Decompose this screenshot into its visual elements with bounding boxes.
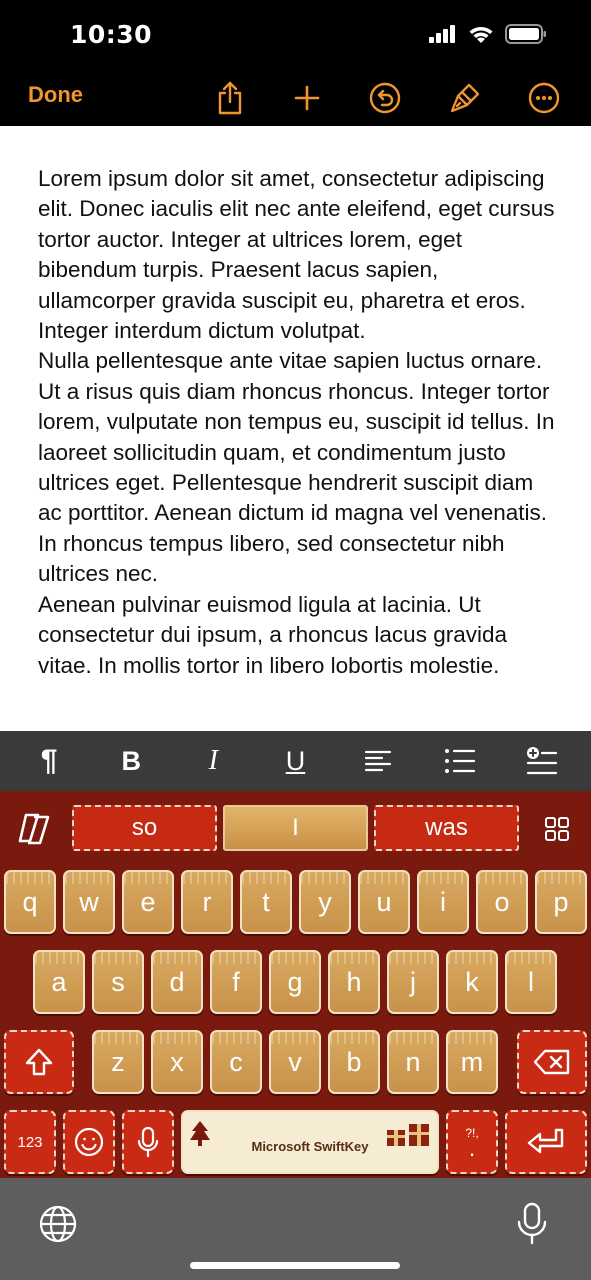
key-d[interactable]: d: [151, 950, 203, 1014]
align-button[interactable]: [348, 739, 408, 783]
swiftkey-keyboard: so I was q w e r t y u i o p a s d f g h…: [0, 791, 591, 1178]
key-g[interactable]: g: [269, 950, 321, 1014]
numbers-key[interactable]: 123: [4, 1110, 56, 1174]
key-r[interactable]: r: [181, 870, 233, 934]
key-y[interactable]: y: [299, 870, 351, 934]
bold-icon: B: [121, 745, 141, 776]
microphone-icon: [137, 1126, 159, 1158]
cellular-signal-icon: [429, 25, 455, 43]
toolbar-grid-button[interactable]: [543, 815, 573, 845]
battery-icon: [505, 24, 546, 44]
keyboard-bottom-bar: [0, 1178, 591, 1280]
numbers-key-label: 123: [17, 1133, 43, 1151]
align-left-icon: [364, 750, 391, 772]
backspace-icon: [533, 1049, 570, 1075]
more-button[interactable]: [524, 78, 564, 118]
underline-button[interactable]: U: [265, 739, 325, 783]
key-a[interactable]: a: [33, 950, 85, 1014]
emoji-icon: [74, 1127, 104, 1157]
key-m[interactable]: m: [446, 1030, 498, 1094]
key-k[interactable]: k: [446, 950, 498, 1014]
key-l[interactable]: l: [505, 950, 557, 1014]
bullet-list-icon: [444, 749, 475, 773]
paintbrush-icon: [450, 83, 480, 113]
punctuation-key[interactable]: ?!, .: [446, 1110, 498, 1174]
format-button[interactable]: [445, 78, 485, 118]
paragraph-style-button[interactable]: ¶: [19, 739, 79, 783]
key-p[interactable]: p: [535, 870, 587, 934]
key-s[interactable]: s: [92, 950, 144, 1014]
status-icons: [429, 24, 547, 44]
italic-button[interactable]: I: [183, 739, 243, 783]
pilcrow-icon: ¶: [40, 744, 58, 777]
plus-icon: [294, 85, 320, 111]
globe-icon: [39, 1205, 77, 1243]
suggestion-bar: so I was: [0, 801, 591, 853]
dictation-key[interactable]: [122, 1110, 174, 1174]
space-key[interactable]: Microsoft SwiftKey: [181, 1110, 439, 1174]
copilot-icon: [18, 813, 50, 845]
key-w[interactable]: w: [63, 870, 115, 934]
paragraph[interactable]: Aenean pulvinar euismod ligula at lacini…: [38, 590, 558, 681]
document-canvas[interactable]: Lorem ipsum dolor sit amet, consectetur …: [0, 126, 591, 731]
emoji-key[interactable]: [63, 1110, 115, 1174]
add-button[interactable]: [287, 78, 327, 118]
shift-key[interactable]: [4, 1030, 74, 1094]
space-key-label: Microsoft SwiftKey: [251, 1138, 369, 1154]
format-toolbar: ¶ B I U: [0, 731, 591, 791]
christmas-tree-icon: [190, 1121, 210, 1146]
undo-button[interactable]: [365, 78, 405, 118]
key-e[interactable]: e: [122, 870, 174, 934]
key-o[interactable]: o: [476, 870, 528, 934]
period-label: .: [468, 1136, 476, 1161]
backspace-key[interactable]: [517, 1030, 587, 1094]
paragraph[interactable]: Nulla pellentesque ante vitae sapien luc…: [38, 346, 558, 589]
undo-icon: [369, 82, 401, 114]
suggestion-3[interactable]: was: [374, 805, 519, 851]
gift-icon: [387, 1124, 429, 1146]
list-button[interactable]: [430, 739, 490, 783]
copilot-button[interactable]: [16, 811, 54, 847]
system-dictation-button[interactable]: [516, 1202, 548, 1246]
suggestion-2[interactable]: I: [223, 805, 368, 851]
key-q[interactable]: q: [4, 870, 56, 934]
key-t[interactable]: t: [240, 870, 292, 934]
done-button[interactable]: Done: [28, 82, 83, 108]
globe-button[interactable]: [38, 1204, 78, 1244]
key-b[interactable]: b: [328, 1030, 380, 1094]
insert-icon: [526, 747, 558, 775]
shift-icon: [25, 1048, 53, 1076]
wifi-icon: [469, 27, 493, 43]
share-icon: [218, 81, 242, 115]
key-f[interactable]: f: [210, 950, 262, 1014]
nav-bar: Done: [0, 70, 591, 126]
grid-icon: [545, 817, 569, 841]
bold-button[interactable]: B: [101, 739, 161, 783]
key-v[interactable]: v: [269, 1030, 321, 1094]
insert-button[interactable]: [512, 739, 572, 783]
microphone-icon: [517, 1202, 547, 1245]
home-indicator[interactable]: [190, 1262, 400, 1269]
italic-icon: I: [208, 745, 218, 776]
key-j[interactable]: j: [387, 950, 439, 1014]
paragraph[interactable]: Lorem ipsum dolor sit amet, consectetur …: [38, 164, 558, 346]
suggestion-1[interactable]: so: [72, 805, 217, 851]
key-x[interactable]: x: [151, 1030, 203, 1094]
document-body[interactable]: Lorem ipsum dolor sit amet, consectetur …: [38, 164, 558, 681]
key-c[interactable]: c: [210, 1030, 262, 1094]
key-n[interactable]: n: [387, 1030, 439, 1094]
key-h[interactable]: h: [328, 950, 380, 1014]
status-bar: 10:30: [0, 0, 591, 70]
key-z[interactable]: z: [92, 1030, 144, 1094]
return-icon: [527, 1128, 564, 1154]
key-u[interactable]: u: [358, 870, 410, 934]
underline-icon: U: [285, 745, 306, 776]
return-key[interactable]: [505, 1110, 587, 1174]
share-button[interactable]: [210, 78, 250, 118]
status-time: 10:30: [70, 20, 153, 49]
key-i[interactable]: i: [417, 870, 469, 934]
more-icon: [528, 82, 560, 114]
